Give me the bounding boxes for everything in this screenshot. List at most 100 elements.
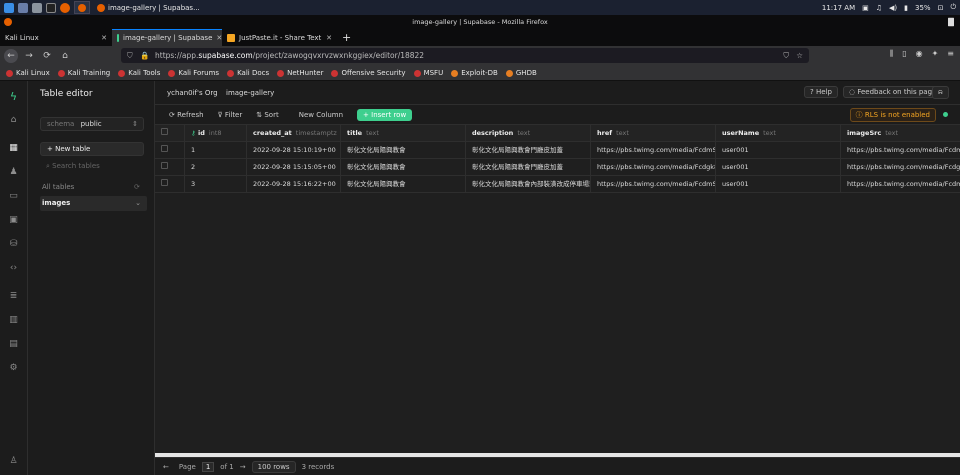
edge-functions-icon[interactable]: ‹› — [8, 263, 19, 274]
power-icon[interactable]: ⏻ — [950, 3, 956, 12]
reload-button[interactable]: ⟳ — [40, 49, 54, 63]
cell-username[interactable]: user001 — [716, 176, 841, 192]
lock-icon[interactable]: 🔒 — [140, 48, 149, 63]
column-header-description[interactable]: description text — [466, 125, 591, 141]
pocket-icon[interactable]: ⛉ — [783, 48, 789, 63]
taskbar-window-firefox[interactable]: image-gallery | Supabas... — [94, 1, 203, 14]
chevron-down-icon[interactable]: ⌄ — [135, 196, 141, 211]
filter-button[interactable]: ⊽ Filter — [218, 111, 243, 119]
clock[interactable]: 11:17 AM — [822, 4, 855, 12]
cell-description[interactable]: 彰化文化局陽興教會門廳皮加蓋 — [466, 159, 591, 175]
menu-icon[interactable]: ≡ — [947, 49, 954, 59]
cell-created-at[interactable]: 2022-09-28 15:15:05+00 — [247, 159, 341, 175]
cell-imagesrc[interactable]: https://pbs.twimg.com/media/Fcdm — [841, 142, 960, 158]
cell-href[interactable]: https://pbs.twimg.com/media/Fcdgk8VW — [591, 159, 716, 175]
bookmark-nethunter[interactable]: NetHunter — [277, 69, 323, 77]
logs-icon[interactable]: ≣ — [8, 291, 19, 302]
supabase-logo-icon[interactable]: ϟ — [8, 91, 19, 102]
sidebar-icon[interactable]: ▯ — [902, 49, 906, 59]
table-row[interactable]: 1 2022-09-28 15:10:19+00 彰化文化局陽興教會 彰化文化局… — [155, 142, 960, 159]
bookmark-msfu[interactable]: MSFU — [413, 69, 443, 77]
lock-icon[interactable]: ⊡ — [938, 4, 944, 12]
bookmark-kali-forums[interactable]: Kali Forums — [168, 69, 219, 77]
sort-button[interactable]: ⇅ Sort — [256, 111, 278, 119]
cell-username[interactable]: user001 — [716, 159, 841, 175]
forward-button[interactable]: → — [22, 49, 36, 63]
cell-id[interactable]: 3 — [185, 176, 247, 192]
bookmark-exploit-db[interactable]: Exploit-DB — [451, 69, 498, 77]
rows-per-page-select[interactable]: 100 rows — [251, 460, 296, 473]
window-close-icon[interactable] — [948, 17, 954, 27]
cell-href[interactable]: https://pbs.twimg.com/media/FcdmSXqW — [591, 176, 716, 192]
bookmark-ghdb[interactable]: GHDB — [505, 69, 537, 77]
tab-kali-linux[interactable]: Kali Linux ✕ — [0, 29, 112, 46]
cell-title[interactable]: 彰化文化局陽興教會 — [341, 176, 466, 192]
url-bar[interactable]: ⛉ 🔒 https://app.supabase.com/project/zaw… — [121, 48, 809, 63]
select-all-checkbox[interactable] — [155, 125, 185, 141]
database-icon[interactable]: ⛁ — [8, 239, 19, 250]
file-manager-icon[interactable] — [32, 2, 42, 13]
search-tables-input[interactable]: ⌕ Search tables — [40, 159, 144, 173]
table-editor-icon[interactable]: ▦ — [8, 143, 19, 154]
cell-id[interactable]: 2 — [185, 159, 247, 175]
insert-row-button[interactable]: + Insert row — [357, 108, 413, 121]
sql-editor-icon[interactable]: ▣ — [8, 215, 19, 226]
cell-title[interactable]: 彰化文化局陽興教會 — [341, 142, 466, 158]
row-checkbox[interactable] — [155, 159, 185, 175]
library-icon[interactable]: ⫼ — [890, 49, 894, 59]
firefox-icon[interactable] — [60, 2, 70, 13]
new-table-button[interactable]: + New table — [40, 142, 144, 156]
volume-icon[interactable]: ◀) — [889, 4, 897, 12]
feedback-button[interactable]: ◌ Feedback on this page? — [843, 86, 947, 98]
breadcrumb-project[interactable]: image-gallery — [226, 89, 274, 97]
table-row[interactable]: 2 2022-09-28 15:15:05+00 彰化文化局陽興教會 彰化文化局… — [155, 159, 960, 176]
cell-imagesrc[interactable]: https://pbs.twimg.com/media/Fcdgk — [841, 159, 960, 175]
notification-icon[interactable]: ▣ — [862, 4, 869, 12]
storage-icon[interactable]: ▭ — [8, 191, 19, 202]
column-header-title[interactable]: title text — [341, 125, 466, 141]
table-row[interactable]: 3 2022-09-28 15:16:22+00 彰化文化局陽興教會 彰化文化局… — [155, 176, 960, 193]
bookmark-kali-training[interactable]: Kali Training — [57, 69, 110, 77]
refresh-button[interactable]: ⟳ Refresh — [169, 111, 204, 119]
help-button[interactable]: ? Help — [804, 86, 838, 98]
column-header-username[interactable]: userName text — [716, 125, 841, 141]
row-checkbox[interactable] — [155, 176, 185, 192]
tab-image-gallery[interactable]: image-gallery | Supabase ✕ — [112, 29, 222, 46]
breadcrumb-org[interactable]: ychan0if's Org — [167, 89, 218, 97]
notifications-button[interactable]: ⍾ — [932, 86, 949, 99]
rls-warning-badge[interactable]: ⓘ RLS is not enabled — [849, 108, 936, 122]
cell-id[interactable]: 1 — [185, 142, 247, 158]
column-header-created-at[interactable]: created_at timestamptz — [247, 125, 341, 141]
table-item-images[interactable]: images ⌄ — [40, 196, 147, 211]
close-icon[interactable]: ✕ — [101, 34, 107, 42]
cell-created-at[interactable]: 2022-09-28 15:10:19+00 — [247, 142, 341, 158]
page-input[interactable]: 1 — [201, 461, 215, 472]
tab-justpaste[interactable]: JustPaste.it - Share Text ✕ — [222, 29, 337, 46]
taskbar-window-firefox-small[interactable] — [74, 1, 90, 14]
bookmark-offensive-security[interactable]: Offensive Security — [331, 69, 406, 77]
next-page-button[interactable]: → — [240, 463, 246, 471]
bookmark-kali-docs[interactable]: Kali Docs — [227, 69, 269, 77]
prev-page-button[interactable]: ← — [163, 463, 169, 471]
cell-username[interactable]: user001 — [716, 142, 841, 158]
api-docs-icon[interactable]: ▤ — [8, 339, 19, 350]
row-checkbox[interactable] — [155, 142, 185, 158]
reports-icon[interactable]: ▥ — [8, 315, 19, 326]
column-header-imagesrc[interactable]: imageSrc text — [841, 125, 960, 141]
column-header-href[interactable]: href text — [591, 125, 716, 141]
bookmark-kali-tools[interactable]: Kali Tools — [118, 69, 160, 77]
home-button[interactable]: ⌂ — [58, 49, 72, 63]
new-column-button[interactable]: New Column — [299, 111, 343, 119]
cell-description[interactable]: 彰化文化局陽興教會內部裝潢改成停車場舊 — [466, 176, 591, 192]
close-icon[interactable]: ✕ — [326, 34, 332, 42]
terminal-icon[interactable] — [46, 2, 56, 13]
cell-imagesrc[interactable]: https://pbs.twimg.com/media/Fcdm — [841, 176, 960, 192]
column-header-id[interactable]: ⚷ id int8 — [185, 125, 247, 141]
refresh-tables-icon[interactable]: ⟳ — [134, 183, 140, 191]
new-tab-button[interactable]: + — [337, 29, 353, 46]
bell-icon[interactable]: ♫ — [876, 4, 882, 12]
cell-description[interactable]: 彰化文化局陽興教會門廳皮加蓋 — [466, 142, 591, 158]
cell-created-at[interactable]: 2022-09-28 15:16:22+00 — [247, 176, 341, 192]
authentication-icon[interactable]: ♟ — [8, 167, 19, 178]
desktop-icon[interactable] — [18, 2, 28, 13]
